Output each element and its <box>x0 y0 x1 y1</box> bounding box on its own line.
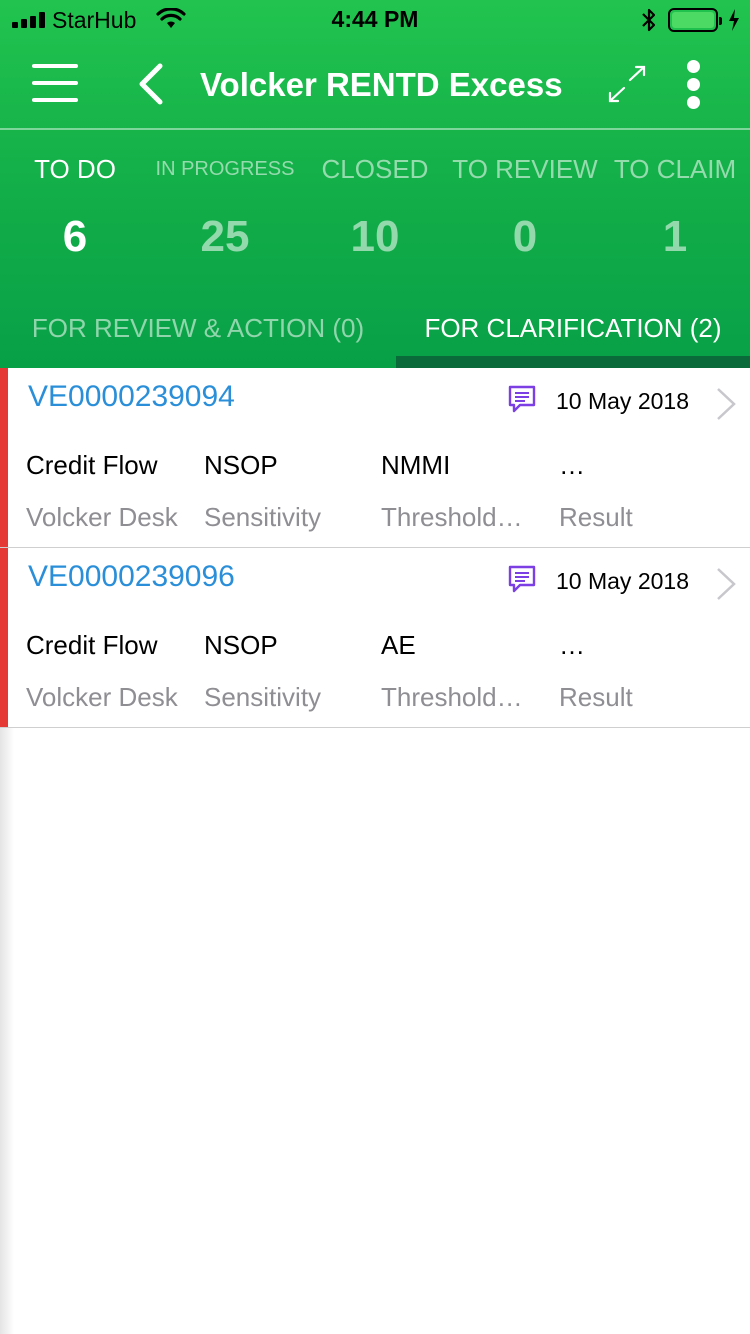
chevron-right-icon[interactable] <box>714 566 738 602</box>
clarification-list: VE0000239094 10 May 2018 Credit Flow NSO… <box>0 368 750 728</box>
status-bar: StarHub 4:44 PM <box>0 0 750 40</box>
charging-icon <box>729 9 739 31</box>
tab-label: CLOSED <box>321 154 429 184</box>
header-divider <box>0 128 750 130</box>
result-value: … <box>559 450 585 480</box>
expand-icon[interactable] <box>606 64 648 104</box>
item-date: 10 May 2018 <box>556 388 689 414</box>
desk-caption: Volcker Desk <box>26 682 178 712</box>
item-id-link[interactable]: VE0000239096 <box>28 560 235 594</box>
threshold-value: NMMI <box>381 450 451 480</box>
tab-closed[interactable]: CLOSED 10 <box>300 150 450 262</box>
tab-label: IN PROGRESS <box>155 158 295 180</box>
item-id-link[interactable]: VE0000239094 <box>28 380 235 414</box>
priority-flag <box>0 368 8 547</box>
tab-to-do[interactable]: TO DO 6 <box>0 150 150 262</box>
tab-in-progress[interactable]: IN PROGRESS 25 <box>150 150 300 262</box>
priority-flag <box>0 548 8 727</box>
desk-value: Credit Flow <box>26 450 158 480</box>
app-bar: Volcker RENTD Excess <box>0 40 750 128</box>
sensitivity-caption: Sensitivity <box>204 502 322 532</box>
item-date: 10 May 2018 <box>556 568 689 594</box>
sensitivity-value: NSOP <box>204 630 278 660</box>
desk-value: Credit Flow <box>26 630 158 660</box>
tab-count: 6 <box>62 212 88 261</box>
menu-icon[interactable] <box>32 64 78 102</box>
sensitivity-caption: Sensitivity <box>204 682 322 712</box>
list-item[interactable]: VE0000239094 10 May 2018 Credit Flow NSO… <box>0 368 750 548</box>
tab-label: TO CLAIM <box>613 154 737 184</box>
tab-for-review-action[interactable]: FOR REVIEW & ACTION (0) <box>0 308 396 356</box>
result-value: … <box>559 630 585 660</box>
desk-caption: Volcker Desk <box>26 502 178 532</box>
tab-count: 10 <box>350 212 400 261</box>
tab-label: TO DO <box>34 154 116 184</box>
threshold-caption: Threshold… <box>381 502 523 532</box>
clock: 4:44 PM <box>331 6 419 32</box>
result-caption: Result <box>559 502 633 532</box>
bluetooth-icon <box>642 8 656 32</box>
threshold-caption: Threshold… <box>381 682 523 712</box>
threshold-value: AE <box>381 630 416 660</box>
message-icon[interactable] <box>507 564 537 594</box>
tab-count: 25 <box>200 212 250 261</box>
tab-label: TO REVIEW <box>452 154 598 184</box>
page-title: Volcker RENTD Excess <box>200 66 563 103</box>
back-icon[interactable] <box>132 60 172 108</box>
result-caption: Result <box>559 682 633 712</box>
tab-count: 1 <box>662 212 688 261</box>
edge-shadow <box>0 728 14 1334</box>
sensitivity-value: NSOP <box>204 450 278 480</box>
more-vertical-icon[interactable] <box>684 60 704 110</box>
list-item[interactable]: VE0000239096 10 May 2018 Credit Flow NSO… <box>0 548 750 728</box>
tab-count: 0 <box>512 212 538 261</box>
message-icon[interactable] <box>507 384 537 414</box>
tab-to-review[interactable]: TO REVIEW 0 <box>450 150 600 262</box>
tab-to-claim[interactable]: TO CLAIM 1 <box>600 150 750 262</box>
battery-icon <box>668 8 722 32</box>
tab-for-clarification[interactable]: FOR CLARIFICATION (2) <box>396 308 750 356</box>
active-tab-indicator <box>396 356 750 368</box>
chevron-right-icon[interactable] <box>714 386 738 422</box>
